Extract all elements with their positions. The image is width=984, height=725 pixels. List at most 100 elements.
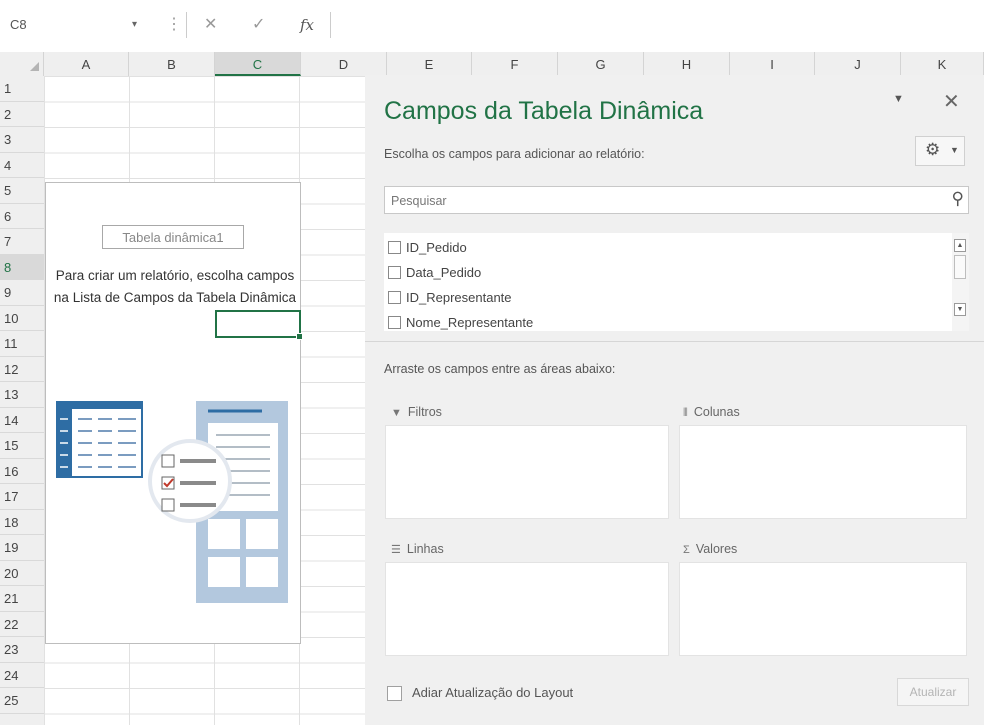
row-header-20[interactable]: 20 <box>0 561 44 586</box>
columns-label: Colunas <box>693 405 740 419</box>
pivot-table-illustration <box>56 401 288 603</box>
filters-area-label: ▼ Filtros <box>391 405 442 419</box>
column-header-c[interactable]: C <box>215 52 301 76</box>
field-item-data-pedido[interactable]: Data_Pedido <box>388 264 481 284</box>
row-header-18[interactable]: 18 <box>0 510 44 535</box>
row-header-21[interactable]: 21 <box>0 586 44 612</box>
gear-icon: ⚙ <box>925 140 941 159</box>
row-header-1[interactable]: 1 <box>0 76 44 102</box>
scroll-up-icon[interactable]: ▲ <box>954 239 966 252</box>
row-header-16[interactable]: 16 <box>0 459 44 484</box>
field-checkbox[interactable] <box>388 291 401 305</box>
pivot-table-instructions: Para criar um relatório, escolha campos … <box>53 268 297 305</box>
row-header-14[interactable]: 14 <box>0 408 44 433</box>
row-header-23[interactable]: 23 <box>0 637 44 663</box>
column-header-g[interactable]: G <box>558 52 644 76</box>
close-icon[interactable]: ✕ <box>943 89 960 114</box>
filters-drop-zone[interactable] <box>385 425 669 519</box>
filters-label: Filtros <box>407 405 442 419</box>
filter-icon: ▼ <box>391 407 402 419</box>
row-header-13[interactable]: 13 <box>0 382 44 408</box>
active-cell-c8[interactable] <box>215 310 303 340</box>
row-header-9[interactable]: 9 <box>0 280 44 306</box>
column-header-i[interactable]: I <box>730 52 815 76</box>
field-checkbox[interactable] <box>388 266 401 280</box>
field-checkbox[interactable] <box>388 316 401 330</box>
row-header-15[interactable]: 15 <box>0 433 44 459</box>
chevron-down-icon: ▼ <box>950 145 959 155</box>
rows-icon: ☰ <box>391 544 401 556</box>
column-header-a[interactable]: A <box>44 52 129 76</box>
fill-handle[interactable] <box>296 333 303 340</box>
defer-layout-checkbox[interactable] <box>387 686 402 701</box>
rows-label: Linhas <box>406 542 444 556</box>
row-header-22[interactable]: 22 <box>0 612 44 637</box>
columns-icon: ⦀ <box>683 407 688 419</box>
pane-options-dropdown-icon[interactable]: ▼ <box>893 93 904 105</box>
field-checkbox[interactable] <box>388 241 401 255</box>
row-header-17[interactable]: 17 <box>0 484 44 510</box>
cancel-entry-icon[interactable]: ✕ <box>204 12 217 38</box>
row-header-7[interactable]: 7 <box>0 229 44 255</box>
formula-bar-grip-icon[interactable]: ⋮ <box>166 12 182 38</box>
field-label: Data_Pedido <box>406 265 482 281</box>
values-area-label: Σ Valores <box>683 542 737 556</box>
row-header-5[interactable]: 5 <box>0 178 44 204</box>
name-box[interactable]: C8 <box>10 14 130 36</box>
scroll-thumb[interactable] <box>954 255 966 279</box>
values-label: Valores <box>695 542 738 556</box>
drag-fields-label: Arraste os campos entre as áreas abaixo: <box>384 362 616 376</box>
name-box-dropdown-icon[interactable]: ▾ <box>132 14 137 36</box>
field-item-id-representante[interactable]: ID_Representante <box>388 289 512 309</box>
search-input[interactable] <box>385 187 943 215</box>
row-header-12[interactable]: 12 <box>0 357 44 382</box>
row-header-8[interactable]: 8 <box>0 254 44 280</box>
column-header-e[interactable]: E <box>387 52 472 76</box>
pane-divider <box>365 341 984 342</box>
scroll-down-icon[interactable]: ▼ <box>954 303 966 316</box>
select-all-corner[interactable] <box>0 52 44 76</box>
column-header-b[interactable]: B <box>129 52 215 76</box>
rows-drop-zone[interactable] <box>385 562 669 656</box>
row-header-10[interactable]: 10 <box>0 306 44 331</box>
choose-fields-label: Escolha os campos para adicionar ao rela… <box>384 147 645 161</box>
insert-function-icon[interactable]: fx <box>300 12 314 38</box>
pivot-table-placeholder[interactable]: Tabela dinâmica1 Para criar um relatório… <box>45 182 301 644</box>
pane-title: Campos da Tabela Dinâmica <box>384 97 704 125</box>
column-header-k[interactable]: K <box>901 52 984 76</box>
select-all-triangle-icon <box>30 62 39 71</box>
row-header-25[interactable]: 25 <box>0 688 44 714</box>
field-label: Nome_Representante <box>406 315 534 331</box>
column-header-h[interactable]: H <box>644 52 730 76</box>
field-item-id-pedido[interactable]: ID_Pedido <box>388 239 467 259</box>
column-header-d[interactable]: D <box>301 52 387 76</box>
column-header-f[interactable]: F <box>472 52 558 76</box>
row-header-6[interactable]: 6 <box>0 204 44 229</box>
rows-area-label: ☰ Linhas <box>391 542 444 556</box>
confirm-entry-icon[interactable]: ✓ <box>252 12 265 38</box>
field-search-box: ⚲ <box>384 186 969 215</box>
pivot-table-name: Tabela dinâmica1 <box>102 225 244 249</box>
row-header-24[interactable]: 24 <box>0 663 44 688</box>
search-icon[interactable]: ⚲ <box>952 189 964 209</box>
pivot-fields-pane: Campos da Tabela Dinâmica ▼ ✕ Escolha os… <box>365 75 984 725</box>
formula-bar: C8 ▾ ⋮ ✕ ✓ fx <box>0 0 984 52</box>
formula-bar-separator <box>330 12 331 38</box>
row-header-3[interactable]: 3 <box>0 127 44 153</box>
columns-drop-zone[interactable] <box>679 425 967 519</box>
values-drop-zone[interactable] <box>679 562 967 656</box>
row-header-4[interactable]: 4 <box>0 153 44 178</box>
field-label: ID_Representante <box>406 290 512 306</box>
field-list-scrollbar[interactable]: ▲ ▼ <box>952 233 969 331</box>
update-button[interactable]: Atualizar <box>897 678 969 706</box>
defer-layout-label: Adiar Atualização do Layout <box>412 685 574 700</box>
column-header-j[interactable]: J <box>815 52 901 76</box>
table-illustration-icon <box>56 401 143 478</box>
row-header-2[interactable]: 2 <box>0 102 44 127</box>
checkbox-list-illustration-icon <box>148 439 232 523</box>
row-header-11[interactable]: 11 <box>0 331 44 357</box>
field-label: ID_Pedido <box>406 240 467 256</box>
field-settings-button[interactable]: ⚙ ▼ <box>915 136 965 166</box>
row-header-19[interactable]: 19 <box>0 535 44 561</box>
field-item-nome-representante[interactable]: Nome_Representante <box>388 314 533 331</box>
